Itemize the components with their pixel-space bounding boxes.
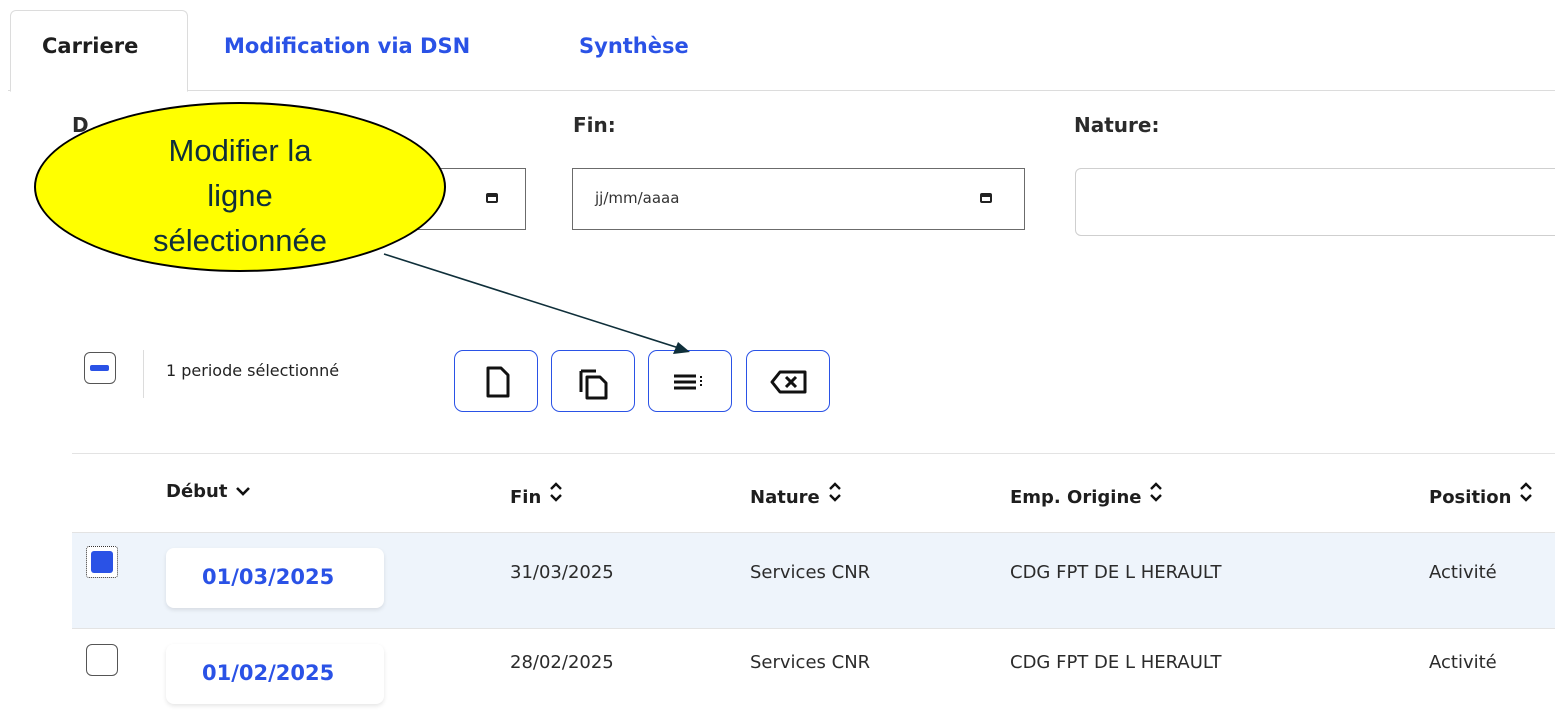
row-checkbox[interactable] [86,546,118,578]
select-all-checkbox[interactable] [84,352,116,384]
debut-date-text[interactable]: 01/02/2025 [202,661,334,685]
tab-modification-dsn[interactable]: Modification via DSN [224,34,470,58]
tab-bar: Carriere Modification via DSN Synthèse [0,0,1555,92]
cell-nature: Services CNR [750,562,871,583]
callout-bubble: Modifier la ligne sélectionnée [34,102,446,272]
cell-emp-origine: CDG FPT DE L HERAULT [1010,652,1222,673]
column-header-debut[interactable]: Début [166,481,251,502]
cell-nature: Services CNR [750,652,871,673]
copy-icon [579,369,608,400]
indeterminate-dash-icon [90,365,109,371]
nature-input[interactable] [1075,168,1555,236]
sort-icon[interactable] [1519,481,1533,508]
tab-carriere-label[interactable]: Carriere [42,34,138,58]
column-label: Fin [510,487,542,508]
sort-icon[interactable] [549,481,563,508]
cell-emp-origine: CDG FPT DE L HERAULT [1010,562,1222,583]
sort-icon[interactable] [1149,481,1163,508]
cell-fin: 28/02/2025 [510,652,614,673]
column-header-fin[interactable]: Fin [510,481,563,508]
column-label: Nature [750,487,820,508]
table-header-top-border [72,453,1555,454]
debut-date-link[interactable]: 01/03/2025 [166,548,384,608]
row-checkbox[interactable] [86,644,118,676]
tab-divider [8,90,1555,91]
new-period-button[interactable] [454,350,538,412]
selection-count: 1 periode sélectionné [166,361,340,380]
edit-period-button[interactable] [648,350,732,412]
column-label: Emp. Origine [1010,487,1142,508]
cell-position: Activité [1429,562,1497,583]
filter-fin-label: Fin: [573,113,616,137]
cell-fin: 31/03/2025 [510,562,614,583]
chevron-down-icon[interactable] [235,481,251,502]
column-header-position[interactable]: Position [1429,481,1533,508]
calendar-icon[interactable] [486,193,498,203]
checkbox-check-fill [91,551,113,573]
tab-synthese[interactable]: Synthèse [579,34,689,58]
callout-text: Modifier la ligne sélectionnée [152,133,328,258]
delete-backspace-icon [770,370,807,394]
copy-period-button[interactable] [551,350,635,412]
filter-nature-label: Nature: [1074,113,1160,137]
calendar-icon[interactable] [980,193,992,203]
column-header-emp-origine[interactable]: Emp. Origine [1010,481,1163,508]
delete-period-button[interactable] [746,350,830,412]
column-header-nature[interactable]: Nature [750,481,842,508]
debut-date-text[interactable]: 01/03/2025 [202,565,334,589]
fin-date-placeholder: jj/mm/aaaa [595,189,680,207]
new-document-icon [486,366,510,398]
cell-position: Activité [1429,652,1497,673]
fin-date-input[interactable]: jj/mm/aaaa [572,168,1025,230]
sort-icon[interactable] [828,481,842,508]
debut-date-link[interactable]: 01/02/2025 [166,644,384,704]
edit-list-icon [674,374,702,390]
column-label: Position [1429,487,1512,508]
column-label: Début [166,481,228,502]
toolbar-separator [143,350,144,398]
